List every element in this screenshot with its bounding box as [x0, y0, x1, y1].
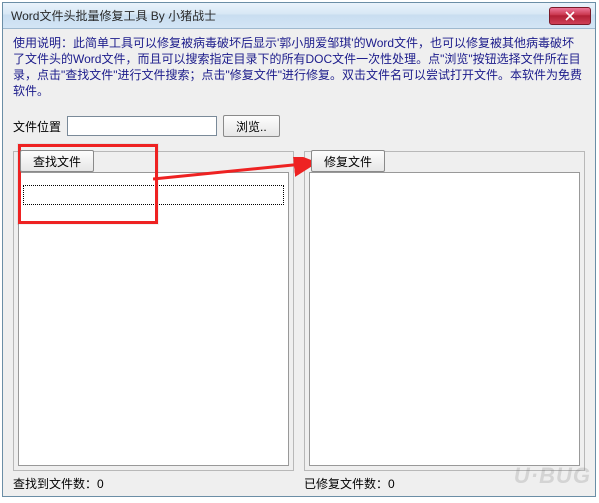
found-count-value: 0	[97, 477, 104, 491]
panels: 查找文件 修复文件	[13, 151, 585, 471]
titlebar: Word文件头批量修复工具 By 小猪战士	[3, 3, 595, 29]
found-count-label: 查找到文件数：	[13, 475, 97, 492]
file-location-row: 文件位置 浏览..	[13, 115, 585, 137]
window-title: Word文件头批量修复工具 By 小猪战士	[11, 7, 549, 24]
instructions-text: 使用说明：此简单工具可以修复被病毒破坏后显示'郭小朋爱邹琪'的Word文件，也可…	[13, 35, 585, 99]
right-panel: 修复文件	[304, 151, 585, 471]
close-button[interactable]	[549, 7, 591, 25]
browse-button[interactable]: 浏览..	[223, 115, 280, 137]
close-icon	[565, 11, 575, 21]
list-item[interactable]	[23, 185, 284, 205]
repaired-count-label: 已修复文件数：	[304, 475, 388, 492]
file-location-input[interactable]	[67, 116, 217, 136]
repaired-count-value: 0	[388, 477, 395, 491]
found-files-list[interactable]	[18, 172, 289, 466]
left-panel: 查找文件	[13, 151, 294, 471]
repair-files-button[interactable]: 修复文件	[311, 150, 385, 172]
app-window: Word文件头批量修复工具 By 小猪战士 使用说明：此简单工具可以修复被病毒破…	[2, 2, 596, 497]
status-row: 查找到文件数： 0 已修复文件数： 0	[13, 471, 585, 492]
repaired-files-list[interactable]	[309, 172, 580, 466]
find-files-button[interactable]: 查找文件	[20, 150, 94, 172]
client-area: 使用说明：此简单工具可以修复被病毒破坏后显示'郭小朋爱邹琪'的Word文件，也可…	[3, 29, 595, 496]
file-location-label: 文件位置	[13, 118, 61, 135]
